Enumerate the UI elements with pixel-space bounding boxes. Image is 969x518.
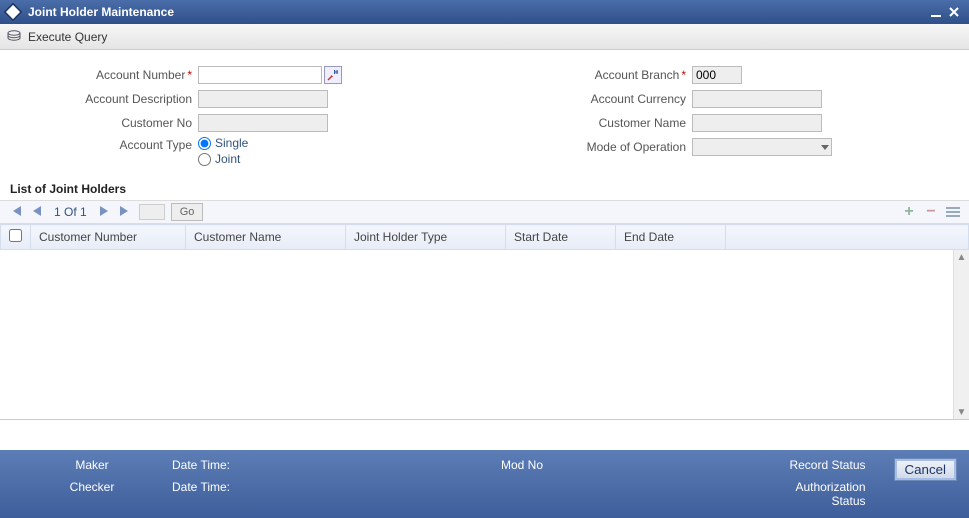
form-right-column: Account Branch* Account Currency Custome… [502, 64, 832, 168]
execute-query-link[interactable]: Execute Query [28, 30, 107, 44]
app-diamond-icon [3, 2, 23, 22]
account-currency-field [692, 90, 822, 108]
minimize-button[interactable] [927, 3, 945, 21]
grid-vertical-scrollbar[interactable]: ▲ ▼ [953, 250, 969, 420]
account-description-field [198, 90, 328, 108]
account-number-lov-button[interactable] [324, 66, 342, 84]
list-menu-icon[interactable] [945, 204, 961, 220]
scroll-up-icon[interactable]: ▲ [957, 250, 967, 265]
footer-mod-no-label: Mod No [501, 458, 543, 472]
customer-no-label: Customer No [8, 116, 198, 130]
select-all-checkbox[interactable] [9, 229, 22, 242]
account-type-joint-option[interactable]: Joint [198, 152, 248, 166]
form-left-column: Account Number* Account Description [8, 64, 342, 168]
account-type-joint-radio[interactable] [198, 153, 211, 166]
footer-authorization-status-label: AuthorizationStatus [795, 480, 865, 508]
account-description-label: Account Description [8, 92, 198, 106]
customer-no-field [198, 114, 328, 132]
grid-header-customer-name[interactable]: Customer Name [186, 225, 346, 250]
pager-next-button[interactable] [97, 205, 111, 219]
footer-datetime-2: Date Time: [172, 480, 392, 494]
grid-body: ▲ ▼ [0, 250, 969, 420]
grid-header-joint-holder-type[interactable]: Joint Holder Type [346, 225, 506, 250]
grid-header-end-date[interactable]: End Date [616, 225, 726, 250]
grid-wrap: Customer Number Customer Name Joint Hold… [0, 224, 969, 420]
grid-header-customer-number[interactable]: Customer Number [31, 225, 186, 250]
footer: Maker Checker Date Time: Date Time: Mod … [0, 450, 969, 518]
account-branch-input[interactable] [692, 66, 742, 84]
account-type-joint-label: Joint [215, 152, 240, 166]
account-branch-label: Account Branch* [502, 68, 692, 82]
account-number-input[interactable] [198, 66, 322, 84]
joint-holders-grid: Customer Number Customer Name Joint Hold… [0, 224, 969, 250]
pager-position: 1 Of 1 [50, 205, 91, 219]
grid-header-spacer [726, 225, 969, 250]
close-button[interactable] [945, 3, 963, 21]
pager-last-button[interactable] [117, 205, 133, 219]
titlebar: Joint Holder Maintenance [0, 0, 969, 24]
footer-maker-label: Maker [75, 458, 108, 472]
footer-checker-label: Checker [70, 480, 115, 494]
mode-of-operation-select[interactable] [692, 138, 832, 156]
cancel-button[interactable]: Cancel [894, 458, 958, 481]
form-area: Account Number* Account Description [0, 50, 969, 176]
list-section-title: List of Joint Holders [0, 176, 969, 200]
account-type-radio-group: Single Joint [198, 136, 248, 166]
account-type-single-option[interactable]: Single [198, 136, 248, 150]
remove-row-icon[interactable]: − [923, 204, 939, 220]
account-type-label: Account Type [8, 136, 198, 152]
pager-page-input[interactable] [139, 204, 165, 220]
customer-name-label: Customer Name [502, 116, 692, 130]
mode-of-operation-label: Mode of Operation [502, 140, 692, 154]
account-type-single-label: Single [215, 136, 248, 150]
grid-header-checkbox[interactable] [1, 225, 31, 250]
account-number-label: Account Number* [8, 68, 198, 82]
footer-datetime-1: Date Time: [172, 458, 392, 472]
customer-name-field [692, 114, 822, 132]
pager: 1 Of 1 Go + − [0, 200, 969, 224]
account-type-single-radio[interactable] [198, 137, 211, 150]
add-row-icon[interactable]: + [901, 204, 917, 220]
window-title: Joint Holder Maintenance [28, 5, 927, 19]
pager-go-button[interactable]: Go [171, 203, 204, 221]
account-currency-label: Account Currency [502, 92, 692, 106]
execute-query-icon[interactable] [6, 29, 22, 45]
toolbar: Execute Query [0, 24, 969, 50]
grid-header-start-date[interactable]: Start Date [506, 225, 616, 250]
scroll-down-icon[interactable]: ▼ [957, 405, 967, 420]
footer-record-status-label: Record Status [789, 458, 865, 472]
pager-prev-button[interactable] [30, 205, 44, 219]
pager-first-button[interactable] [8, 205, 24, 219]
